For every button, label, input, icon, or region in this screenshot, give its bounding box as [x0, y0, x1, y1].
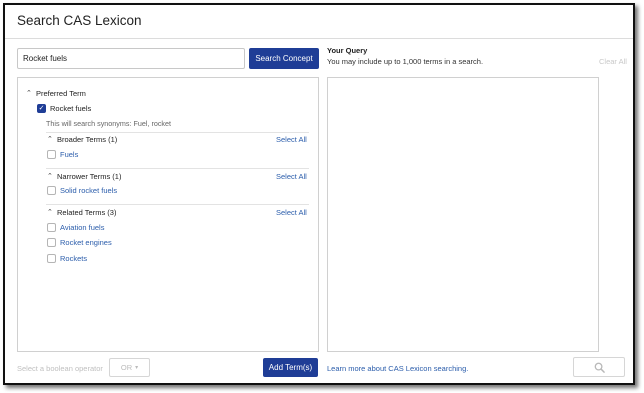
- term-link[interactable]: Aviation fuels: [60, 223, 104, 232]
- checkbox[interactable]: [47, 150, 56, 159]
- checkbox[interactable]: [47, 223, 56, 232]
- divider: [46, 132, 309, 133]
- checkbox[interactable]: [47, 186, 56, 195]
- checkmark-icon[interactable]: ✓: [37, 104, 46, 113]
- lexicon-dialog: Search CAS Lexicon Search Concept Your Q…: [3, 3, 635, 385]
- boolean-operator-label: Select a boolean operator: [17, 364, 103, 373]
- term-rockets[interactable]: Rockets: [47, 254, 87, 263]
- your-query-title: Your Query: [327, 46, 368, 55]
- term-fuels[interactable]: Fuels: [47, 150, 78, 159]
- select-all-broader[interactable]: Select All: [276, 135, 307, 144]
- add-terms-button[interactable]: Add Term(s): [263, 358, 318, 377]
- synonyms-note: This will search synonyms: Fuel, rocket: [46, 119, 172, 128]
- magnifier-icon: [594, 362, 605, 373]
- narrower-terms-label: Narrower Terms (1): [57, 172, 122, 181]
- term-link[interactable]: Solid rocket fuels: [60, 186, 117, 195]
- caret-up-icon: ⌃: [47, 209, 53, 216]
- caret-up-icon: ⌃: [26, 90, 32, 97]
- search-concept-button[interactable]: Search Concept: [249, 48, 319, 69]
- preferred-term-toggle[interactable]: ⌃ Preferred Term: [26, 89, 86, 98]
- term-rocket-engines[interactable]: Rocket engines: [47, 238, 112, 247]
- term-link[interactable]: Rockets: [60, 254, 87, 263]
- dialog-title: Search CAS Lexicon: [17, 13, 142, 28]
- clear-all-link[interactable]: Clear All: [599, 57, 627, 66]
- caret-up-icon: ⌃: [47, 173, 53, 180]
- related-terms-label: Related Terms (3): [57, 208, 117, 217]
- divider: [46, 204, 309, 205]
- narrower-terms-toggle[interactable]: ⌃ Narrower Terms (1): [47, 172, 121, 181]
- preferred-term-name: Rocket fuels: [50, 104, 92, 113]
- caret-down-icon: ▾: [135, 365, 139, 371]
- term-link[interactable]: Rocket engines: [60, 238, 112, 247]
- title-divider: [5, 38, 633, 39]
- preferred-term-row[interactable]: ✓ Rocket fuels: [37, 104, 91, 113]
- term-results-panel: ⌃ Preferred Term ✓ Rocket fuels This wil…: [17, 77, 319, 352]
- caret-up-icon: ⌃: [47, 136, 53, 143]
- query-limit-hint: You may include up to 1,000 terms in a s…: [327, 57, 484, 66]
- broader-terms-toggle[interactable]: ⌃ Broader Terms (1): [47, 135, 117, 144]
- learn-more-link[interactable]: Learn more about CAS Lexicon searching.: [327, 364, 468, 373]
- checkbox[interactable]: [47, 238, 56, 247]
- term-link[interactable]: Fuels: [60, 150, 78, 159]
- select-all-narrower[interactable]: Select All: [276, 172, 307, 181]
- boolean-operator-value: OR: [120, 363, 133, 372]
- broader-terms-label: Broader Terms (1): [57, 135, 118, 144]
- divider: [46, 168, 309, 169]
- checkbox[interactable]: [47, 254, 56, 263]
- related-terms-toggle[interactable]: ⌃ Related Terms (3): [47, 208, 116, 217]
- term-solid-rocket-fuels[interactable]: Solid rocket fuels: [47, 186, 117, 195]
- term-aviation-fuels[interactable]: Aviation fuels: [47, 223, 104, 232]
- run-search-button[interactable]: [573, 357, 625, 377]
- boolean-operator-select[interactable]: OR ▾: [109, 358, 150, 377]
- query-panel: [327, 77, 599, 352]
- select-all-related[interactable]: Select All: [276, 208, 307, 217]
- search-input[interactable]: [17, 48, 245, 69]
- preferred-term-label: Preferred Term: [36, 89, 86, 98]
